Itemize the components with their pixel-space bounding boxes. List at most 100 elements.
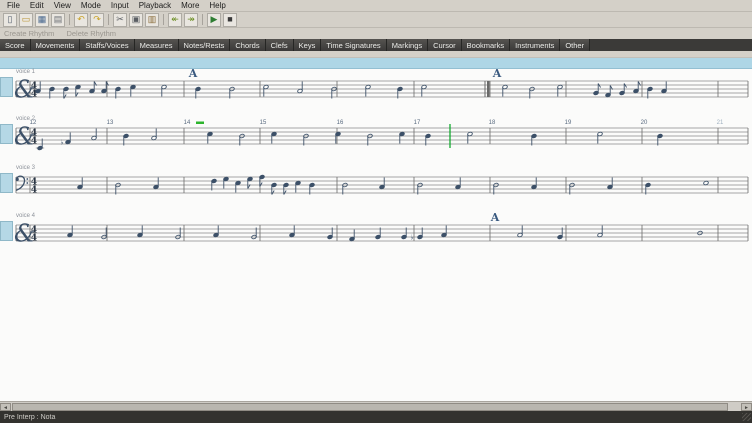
timesig-denominator[interactable]: 4 [31,186,37,196]
note[interactable] [455,178,461,190]
menu-time-signatures[interactable]: Time Signatures [321,39,386,51]
menu-help[interactable]: Help [204,0,230,11]
note[interactable] [137,226,143,238]
note[interactable] [207,132,213,144]
note[interactable] [517,226,523,238]
note[interactable] [247,177,253,189]
print-icon[interactable]: ▤ [51,13,65,27]
rehearsal-mark[interactable]: A [492,67,502,80]
menu-mode[interactable]: Mode [76,0,106,11]
status-text: Pre Interp : Nota [4,414,55,421]
menu-movements[interactable]: Movements [31,39,81,51]
menu-input[interactable]: Input [106,0,134,11]
note[interactable] [89,82,96,94]
scrollbar-thumb[interactable] [12,403,728,411]
note[interactable] [67,226,73,238]
go-first-icon[interactable]: ↞ [168,13,182,27]
note[interactable] [607,178,613,190]
new-file-icon[interactable]: ▯ [3,13,17,27]
scroll-left-button[interactable]: ◄ [0,403,11,411]
staff-system-3[interactable]: 44voice 3 [0,161,752,205]
rehearsal-mark[interactable]: A [188,67,198,80]
redo-icon[interactable]: ↷ [90,13,104,27]
scroll-right-button[interactable]: ► [741,403,752,411]
staff-system-1[interactable]: &44voice 1AA [0,65,752,109]
menu-keys[interactable]: Keys [294,39,322,51]
voice-label: voice 3 [16,165,36,171]
paste-icon[interactable]: ▥ [145,13,159,27]
stop-icon[interactable]: ■ [223,13,237,27]
rehearsal-mark[interactable]: A [490,211,500,224]
note[interactable] [349,230,355,242]
menu-bookmarks[interactable]: Bookmarks [462,39,511,51]
undo-icon[interactable]: ↶ [74,13,88,27]
copy-icon[interactable]: ▣ [129,13,143,27]
note[interactable] [421,85,427,97]
menu-clefs[interactable]: Clefs [266,39,294,51]
note[interactable] [77,178,83,190]
note[interactable] [289,226,295,238]
horizontal-scrollbar[interactable]: ◄ ► [0,401,752,411]
measure-number: 14 [184,120,191,126]
delete-rhythm-button[interactable]: Delete Rhythm [66,29,116,38]
timesig-denominator[interactable]: 4 [31,234,37,244]
note[interactable] [502,85,508,97]
menu-chords[interactable]: Chords [230,39,265,51]
note[interactable] [271,132,277,144]
note[interactable] [557,85,563,97]
open-file-icon[interactable]: ▭ [19,13,33,27]
note[interactable] [531,178,537,190]
note[interactable] [151,129,157,141]
note[interactable] [335,132,341,144]
resize-grip-icon[interactable] [742,413,751,421]
note[interactable] [633,82,640,94]
note[interactable] [101,82,108,94]
note[interactable] [365,85,371,97]
note[interactable] [75,85,81,97]
timesig-denominator[interactable]: 4 [31,137,37,147]
note[interactable] [441,226,447,238]
note[interactable] [295,181,301,193]
cut-icon[interactable]: ✂ [113,13,127,27]
menu-measures[interactable]: Measures [135,39,179,51]
note[interactable] [223,177,229,189]
note[interactable] [661,82,667,94]
note[interactable] [161,85,167,97]
play-icon[interactable]: ▶ [207,13,221,27]
menu-notes-rests[interactable]: Notes/Rests [179,39,231,51]
note[interactable] [263,85,269,97]
staff-system-4[interactable]: &44voice 4A♭ [0,209,752,253]
note[interactable] [213,226,219,238]
note[interactable] [379,178,385,190]
go-last-icon[interactable]: ↠ [184,13,198,27]
menu-edit[interactable]: Edit [25,0,49,11]
note[interactable] [605,86,612,98]
menu-score[interactable]: Score [0,39,31,51]
note[interactable] [467,132,473,144]
note[interactable] [91,129,97,141]
score-canvas[interactable]: &44voice 1AA&44voice 2121314151617181920… [0,57,752,401]
menu-view[interactable]: View [49,0,76,11]
note[interactable] [153,178,159,190]
menubar: FileEditViewModeInputPlaybackMoreHelp [0,0,752,12]
note[interactable] [130,85,136,97]
menu-instruments[interactable]: Instruments [510,39,560,51]
save-icon[interactable]: ▦ [35,13,49,27]
menu-other[interactable]: Other [560,39,590,51]
note[interactable] [297,82,303,94]
menu-staffs-voices[interactable]: Staffs/Voices [80,39,134,51]
note[interactable] [235,181,241,193]
create-rhythm-button[interactable]: Create Rhythm [4,29,54,38]
menu-playback[interactable]: Playback [134,0,176,11]
measure-number: 17 [414,120,421,126]
note[interactable] [597,132,603,144]
menu-file[interactable]: File [2,0,25,11]
menu-markings[interactable]: Markings [387,39,428,51]
note[interactable] [597,226,603,238]
bass-clef-icon[interactable] [16,176,29,190]
note[interactable] [65,133,71,145]
menu-cursor[interactable]: Cursor [428,39,462,51]
note[interactable] [399,132,405,144]
staff-system-2[interactable]: &44voice 212131415161718192021♭ [0,112,752,156]
menu-more[interactable]: More [176,0,204,11]
